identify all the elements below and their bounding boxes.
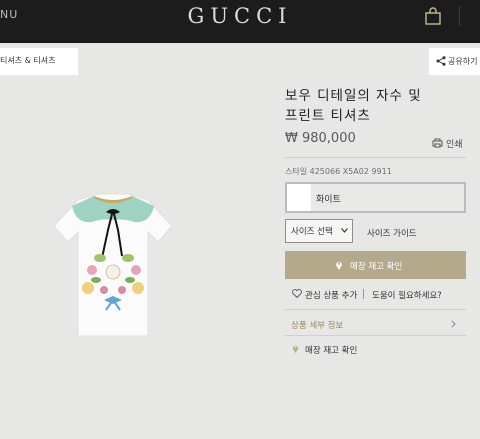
top-navigation-bar: NU GUCCI	[0, 0, 480, 43]
location-pin-icon	[292, 345, 299, 353]
color-label: 화이트	[316, 195, 341, 205]
help-link[interactable]: 도움이 필요하세요?	[372, 289, 442, 301]
check-store-stock-link[interactable]: 매장 재고 확인	[305, 344, 357, 356]
style-number: 스타일 425066 X5A02 9911	[285, 167, 392, 176]
topbar-divider	[459, 6, 460, 26]
divider	[285, 335, 466, 336]
product-title: 보우 디테일의 자수 및 프린트 티셔츠	[285, 86, 470, 126]
breadcrumb[interactable]: 티셔츠 & 티셔츠	[0, 55, 55, 66]
share-label[interactable]: 공유하기	[448, 56, 477, 67]
print-link[interactable]: 인쇄	[446, 137, 463, 150]
product-price: ₩ 980,000	[285, 131, 356, 146]
color-swatch-white[interactable]	[287, 184, 311, 211]
product-details-link[interactable]: 상품 세부 정보	[291, 319, 343, 331]
product-image-tshirt[interactable]	[48, 188, 178, 338]
print-icon[interactable]	[432, 138, 443, 148]
size-guide-link[interactable]: 사이즈 가이드	[367, 227, 417, 239]
check-store-stock-label[interactable]: 매장 재고 확인	[350, 260, 402, 272]
share-icon[interactable]	[436, 56, 446, 66]
gucci-logo[interactable]: GUCCI	[0, 4, 480, 28]
size-select-label[interactable]: 사이즈 선택	[291, 225, 333, 237]
location-pin-icon	[336, 262, 342, 270]
shopping-bag-icon[interactable]	[424, 7, 442, 25]
product-title-line: 보우 디테일의 자수 및	[285, 88, 422, 104]
product-title-line: 프린트 티셔츠	[285, 108, 371, 124]
divider	[285, 157, 466, 158]
chevron-right-icon[interactable]	[451, 320, 456, 328]
color-option[interactable]	[285, 182, 466, 213]
add-to-wishlist-link[interactable]: 관심 상품 추가	[305, 289, 357, 301]
divider	[285, 309, 466, 310]
chevron-down-icon[interactable]	[341, 228, 348, 233]
separator	[363, 289, 364, 299]
heart-icon[interactable]	[292, 289, 302, 298]
